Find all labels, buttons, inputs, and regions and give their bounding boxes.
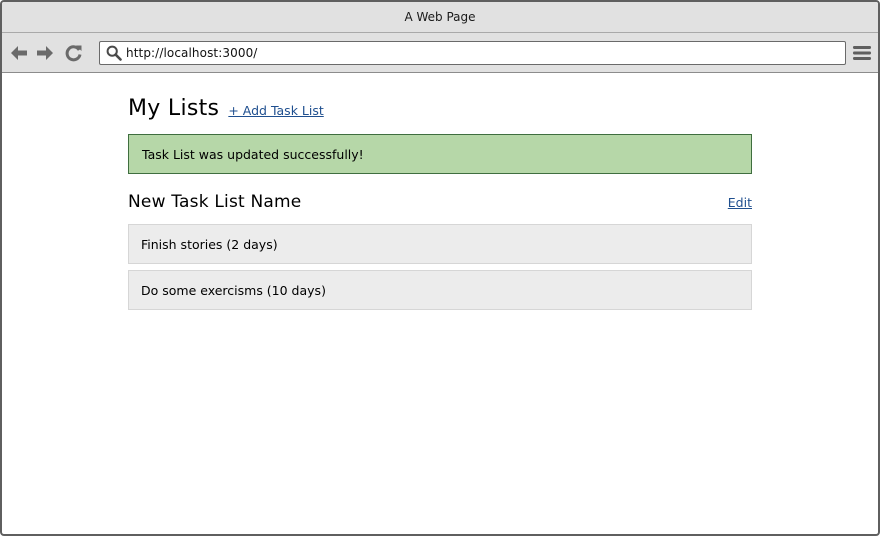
task-list-header: New Task List Name Edit <box>128 190 752 214</box>
forward-button[interactable] <box>35 43 55 63</box>
page-title: My Lists <box>128 96 220 121</box>
task-item-label: Finish stories (2 days) <box>141 236 278 252</box>
add-task-list-link[interactable]: + Add Task List <box>228 103 323 118</box>
reload-button[interactable] <box>64 43 84 63</box>
address-bar[interactable]: http://localhost:3000/ <box>99 41 846 65</box>
task-item-label: Do some exercisms (10 days) <box>141 282 326 298</box>
browser-window: A Web Page http://localhost:3000/ My Lis… <box>0 0 880 536</box>
task-list-name: New Task List Name <box>128 192 302 212</box>
url-text: http://localhost:3000/ <box>126 46 258 60</box>
task-list: Finish stories (2 days) Do some exercism… <box>128 224 752 310</box>
flash-success-message: Task List was updated successfully! <box>128 134 752 174</box>
browser-menu-button[interactable] <box>852 43 872 63</box>
edit-task-list-link[interactable]: Edit <box>728 195 752 210</box>
back-button[interactable] <box>9 43 29 63</box>
window-title: A Web Page <box>404 10 476 24</box>
back-arrow-icon <box>11 46 27 60</box>
window-titlebar: A Web Page <box>2 2 878 33</box>
flash-message-text: Task List was updated successfully! <box>142 146 364 162</box>
forward-arrow-icon <box>37 46 53 60</box>
task-item[interactable]: Finish stories (2 days) <box>128 224 752 264</box>
task-item[interactable]: Do some exercisms (10 days) <box>128 270 752 310</box>
hamburger-menu-icon <box>853 46 871 60</box>
search-icon <box>104 43 124 63</box>
page-header: My Lists + Add Task List <box>128 96 752 126</box>
page-content: My Lists + Add Task List Task List was u… <box>128 96 752 316</box>
browser-toolbar: http://localhost:3000/ <box>2 33 878 73</box>
reload-icon <box>65 45 82 62</box>
